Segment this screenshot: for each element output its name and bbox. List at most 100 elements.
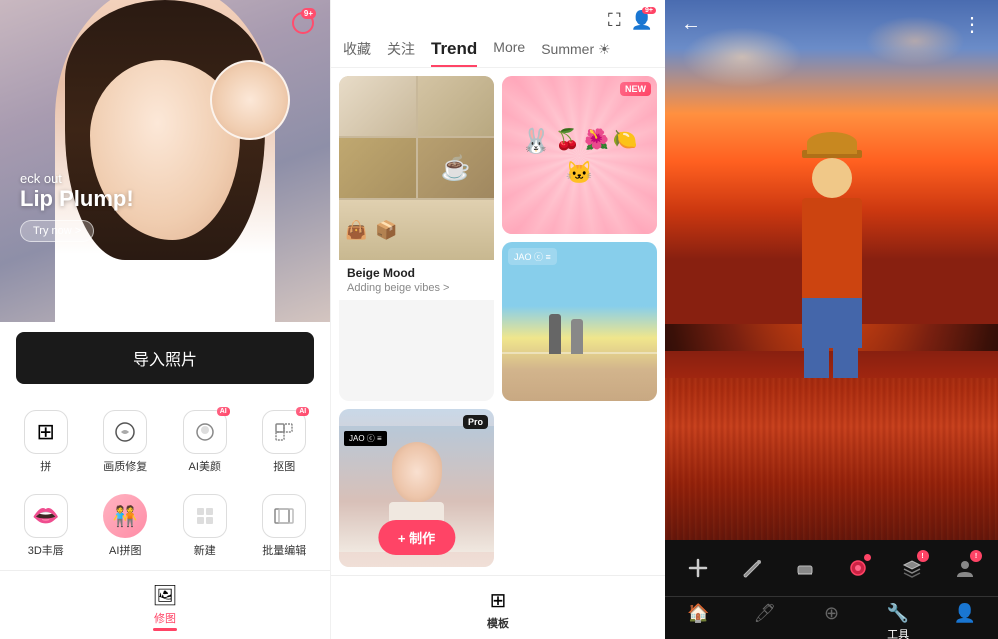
edit-bottom-tabs: 🖼 修图: [0, 570, 330, 639]
brush-button[interactable]: [735, 550, 769, 586]
import-photo-button[interactable]: 导入照片: [16, 332, 314, 384]
tool-batch[interactable]: 批量编辑: [247, 486, 323, 566]
ai-badge-cutout: AI: [296, 407, 309, 416]
beige-card-bottom: Beige Mood Adding beige vibes >: [339, 260, 494, 300]
zoom-dot: [194, 286, 200, 292]
notification-badge[interactable]: [284, 12, 314, 42]
more-options-button[interactable]: ⋮: [962, 12, 982, 37]
tools-tools-icon: 🔧: [887, 603, 909, 624]
beige-subtitle: Adding beige vibes >: [347, 282, 486, 294]
tool-ai-collage[interactable]: 🧑‍🤝‍🧑 AI拼图: [88, 486, 164, 566]
tool-cutout[interactable]: AI 抠图: [247, 402, 323, 482]
beige-cell-3: [339, 138, 416, 198]
lip-plump-line2: Lip Plump!: [20, 186, 134, 212]
tool-ai-beauty[interactable]: AI AI美颜: [167, 402, 243, 482]
tool-quality[interactable]: 画质修复: [88, 402, 164, 482]
profile-badge: !: [970, 550, 982, 562]
char-pants: [802, 298, 862, 348]
tab-tools-home[interactable]: 🏠: [665, 603, 732, 639]
template-tabs: 收藏 关注 Trend More Summer ☀: [331, 31, 665, 68]
lip-plump-overlay: eck out Lip Plump! Try now >: [20, 171, 134, 242]
tab-tools-edit[interactable]: 🖊: [732, 603, 799, 639]
tools-grid: ⊞ 拼 画质修复 AI AI美颜: [0, 394, 330, 570]
tool-collage[interactable]: ⊞ 拼: [8, 402, 84, 482]
ai-badge: AI: [217, 407, 230, 416]
tools-edit-icon: 🖊: [753, 603, 776, 624]
hero-section: eck out Lip Plump! Try now >: [0, 0, 330, 322]
tools-tab-label: 工具: [887, 626, 909, 639]
tool-lip[interactable]: 👄 3D丰唇: [8, 486, 84, 566]
card-beige[interactable]: ☕ 👜📦 Beige Mood Adding beige vibes >: [339, 76, 494, 401]
anime-character: [802, 128, 862, 378]
char-hat: [807, 132, 857, 154]
tab-edit-icon: 🖼: [152, 583, 177, 608]
tab-template-bottom[interactable]: ⊞ 模板: [331, 584, 665, 635]
tools-toolbar: ! ! 🏠 🖊 ⊕ 🔧 工具: [665, 540, 998, 639]
new-badge: NEW: [620, 82, 651, 96]
layers-button[interactable]: !: [895, 550, 929, 586]
jao-label: JAO ⓒ ≡: [344, 431, 387, 446]
beach-top-label: JAO ⓒ ≡: [508, 248, 557, 265]
tab-more[interactable]: More: [493, 39, 525, 67]
template-content-grid: ☕ 👜📦 Beige Mood Adding beige vibes > 🐰 🍒…: [331, 68, 665, 575]
char-leg-left: [804, 348, 829, 378]
ai-beauty-label: AI美颜: [189, 458, 221, 474]
ai-pinjia-icon: 🧑‍🤝‍🧑: [103, 494, 147, 538]
tools-main-icon: ⊕: [824, 603, 839, 624]
tab-tools-tools[interactable]: 🔧 工具: [865, 603, 932, 639]
tab-follow[interactable]: 关注: [387, 39, 415, 67]
tab-edit[interactable]: 🖼 修图: [0, 579, 330, 635]
make-button[interactable]: + 制作: [378, 520, 455, 555]
add-element-button[interactable]: [681, 550, 715, 586]
tools-bottom-tabs: 🏠 🖊 ⊕ 🔧 工具 👤: [665, 596, 998, 639]
profile-icon[interactable]: 👤 9+: [631, 10, 653, 31]
card-juicy[interactable]: 🐰 🍒 🌺 🍋 🐱 NEW Juicy World🍑🍋 E 使用: [502, 76, 657, 234]
tools-home-icon: 🏠: [687, 603, 709, 624]
color-picker-button[interactable]: [842, 550, 876, 586]
header-icons: ⛶ 👤 9+: [608, 10, 653, 31]
toolbar-icons-row: ! !: [665, 540, 998, 596]
tools-hero-image: [665, 0, 998, 540]
tab-trend[interactable]: Trend: [431, 39, 477, 67]
beige-collage: ☕ 👜📦: [339, 76, 494, 260]
quality-label: 画质修复: [103, 458, 147, 474]
tab-tools-profile[interactable]: 👤: [931, 603, 998, 639]
beige-title: Beige Mood: [347, 266, 486, 280]
profile-button[interactable]: !: [949, 550, 983, 586]
cutout-label: 抠图: [273, 458, 295, 474]
char-leg-right: [833, 348, 858, 378]
tab-summer[interactable]: Summer ☀: [541, 39, 610, 67]
beige-cell-2: [418, 76, 495, 136]
template-tab-icon: ⊞: [490, 588, 507, 613]
tab-tools-main[interactable]: ⊕: [798, 603, 865, 639]
tools-profile-icon: 👤: [953, 603, 975, 624]
collage-icon: ⊞: [24, 410, 68, 454]
tool-new[interactable]: 新建: [167, 486, 243, 566]
layers-badge: !: [917, 550, 929, 562]
eraser-button[interactable]: [788, 550, 822, 586]
card-portrait[interactable]: JAO ⓒ ≡ Pro + 制作: [339, 409, 494, 567]
fullscreen-icon[interactable]: ⛶: [608, 10, 621, 31]
beige-cell-4: ☕: [418, 138, 495, 198]
tools-panel: ← ⋮: [665, 0, 998, 639]
ai-beauty-icon: AI: [183, 410, 227, 454]
beige-cell-5: 👜📦: [339, 200, 494, 260]
ai-pinjia-inner: 🧑‍🤝‍🧑: [103, 494, 147, 538]
template-bottom-tabs: ⊞ 模板: [331, 575, 665, 639]
juicy-bg: 🐰 🍒 🌺 🍋 🐱: [502, 76, 657, 234]
tab-collect[interactable]: 收藏: [343, 39, 371, 67]
cutout-icon: AI: [262, 410, 306, 454]
template-panel: ⛶ 👤 9+ 收藏 关注 Trend More Summer ☀: [330, 0, 665, 639]
batch-label: 批量编辑: [262, 542, 306, 558]
ai-collage-label: AI拼图: [109, 542, 141, 558]
collage-label: 拼: [40, 458, 51, 474]
char-head: [812, 158, 852, 198]
new-label: 新建: [194, 542, 216, 558]
new-icon: [183, 494, 227, 538]
back-button[interactable]: ←: [681, 13, 701, 36]
card-beach[interactable]: JAO ⓒ ≡: [502, 242, 657, 400]
try-now-button[interactable]: Try now >: [20, 220, 94, 242]
batch-icon: [262, 494, 306, 538]
tools-header: ← ⋮: [665, 0, 998, 49]
water-shimmer: [665, 378, 998, 540]
